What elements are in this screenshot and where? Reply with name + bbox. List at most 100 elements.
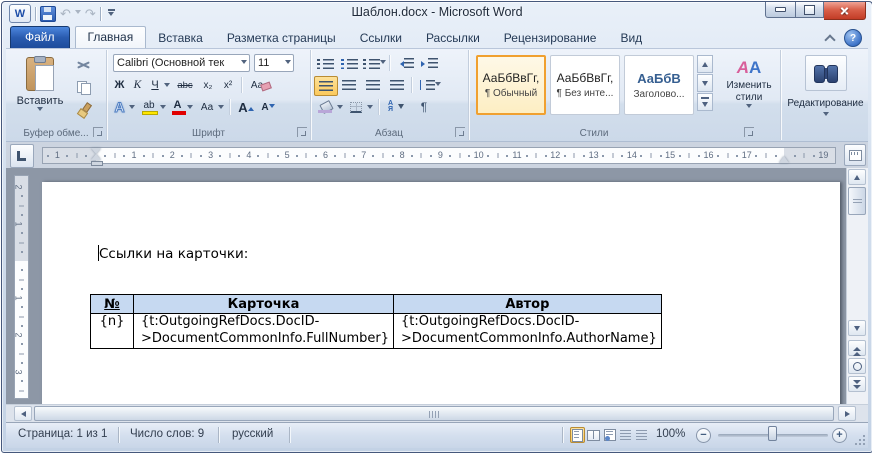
paste-dropdown-icon[interactable]: [37, 107, 43, 114]
vertical-scroll-thumb[interactable]: [848, 187, 866, 215]
zoom-level[interactable]: 100%: [656, 428, 685, 440]
editing-dropdown-icon[interactable]: [823, 112, 829, 119]
cell-author[interactable]: {t:OutgoingRefDocs.DocID->DocumentCommon…: [394, 314, 662, 349]
header-card[interactable]: Карточка: [134, 295, 394, 314]
style-heading1[interactable]: АаБбВ Заголово...: [624, 55, 694, 115]
shrink-font-button[interactable]: А: [259, 98, 277, 116]
view-draft-button[interactable]: [634, 427, 649, 443]
zoom-in-button[interactable]: +: [832, 428, 847, 443]
align-right-button[interactable]: [362, 76, 384, 94]
numbering-button[interactable]: [338, 54, 360, 72]
customize-qat-icon[interactable]: [105, 7, 118, 21]
borders-dropdown-icon[interactable]: [367, 105, 373, 112]
right-indent-marker[interactable]: [779, 151, 789, 163]
font-color-dropdown-icon[interactable]: [187, 105, 193, 112]
align-center-button[interactable]: [338, 76, 360, 94]
align-left-button[interactable]: [314, 76, 338, 96]
view-outline-button[interactable]: [618, 427, 633, 443]
word-count[interactable]: Число слов: 9: [130, 428, 204, 440]
font-dialog-launcher-icon[interactable]: [297, 127, 307, 137]
tab-references[interactable]: Ссылки: [348, 28, 414, 48]
clipboard-dialog-launcher-icon[interactable]: [93, 127, 103, 137]
view-web-layout-button[interactable]: [602, 427, 617, 443]
font-color-button[interactable]: А: [169, 98, 186, 116]
editing-button[interactable]: [805, 55, 847, 91]
styles-gallery-more[interactable]: [697, 93, 713, 111]
borders-button[interactable]: [346, 98, 366, 116]
ruler-toggle-button[interactable]: [844, 144, 866, 166]
paragraph-dialog-launcher-icon[interactable]: [455, 127, 465, 137]
underline-dropdown-icon[interactable]: [164, 83, 170, 90]
tab-view[interactable]: Вид: [608, 28, 654, 48]
clear-formatting-button[interactable]: Аа: [247, 76, 275, 94]
bold-button[interactable]: Ж: [111, 76, 128, 94]
undo-dropdown-icon[interactable]: [75, 10, 81, 17]
format-painter-button[interactable]: [72, 100, 96, 118]
font-name-select[interactable]: Calibri (Основной тек: [113, 54, 250, 72]
highlight-dropdown-icon[interactable]: [160, 105, 166, 112]
multilevel-list-button[interactable]: [362, 54, 386, 72]
bullets-button[interactable]: [314, 54, 336, 72]
vertical-scrollbar[interactable]: [846, 168, 868, 404]
tab-home[interactable]: Главная: [75, 26, 147, 48]
subscript-button[interactable]: x₂: [199, 76, 217, 94]
cut-button[interactable]: [72, 56, 96, 74]
maximize-button[interactable]: [796, 2, 824, 18]
line-spacing-button[interactable]: [416, 76, 442, 94]
cell-number[interactable]: {n}: [91, 314, 134, 349]
text-effects-button[interactable]: А: [111, 98, 128, 116]
horizontal-ruler[interactable]: 1123456789101112131415161719: [42, 147, 836, 164]
tab-review[interactable]: Рецензирование: [492, 28, 609, 48]
zoom-slider-thumb[interactable]: [768, 426, 777, 441]
tab-insert[interactable]: Вставка: [146, 28, 215, 48]
tab-page-layout[interactable]: Разметка страницы: [215, 28, 348, 48]
scroll-right-button[interactable]: [838, 406, 856, 421]
undo-icon[interactable]: ↶: [60, 7, 71, 21]
justify-button[interactable]: [386, 76, 408, 94]
vertical-ruler[interactable]: 21123: [14, 175, 29, 399]
paragraph-text[interactable]: Ссылки на карточки:: [99, 246, 248, 262]
italic-button[interactable]: K: [129, 76, 146, 94]
show-marks-button[interactable]: ¶: [414, 98, 434, 116]
horizontal-scroll-thumb[interactable]: [34, 406, 834, 421]
change-case-button[interactable]: Аа: [197, 98, 217, 116]
scroll-up-button[interactable]: [848, 169, 866, 185]
change-styles-button[interactable]: AA Изменить стили: [720, 53, 778, 131]
grow-font-button[interactable]: А: [237, 98, 255, 116]
next-page-button[interactable]: [848, 376, 866, 392]
style-no-spacing[interactable]: АаБбВвГг, ¶ Без инте...: [550, 55, 620, 115]
strikethrough-button[interactable]: abc: [173, 76, 197, 94]
horizontal-scrollbar[interactable]: [6, 404, 868, 423]
increase-indent-button[interactable]: [418, 54, 440, 72]
resize-grip[interactable]: [853, 433, 865, 445]
hanging-indent-marker[interactable]: [91, 149, 101, 160]
language-indicator[interactable]: русский: [232, 428, 273, 440]
shading-dropdown-icon[interactable]: [337, 105, 343, 112]
tab-mailings[interactable]: Рассылки: [414, 28, 492, 48]
sort-button[interactable]: АЯ: [384, 98, 408, 116]
styles-dialog-launcher-icon[interactable]: [744, 127, 754, 137]
copy-button[interactable]: [72, 78, 96, 96]
zoom-out-button[interactable]: −: [696, 428, 711, 443]
left-indent-marker[interactable]: [91, 161, 103, 166]
change-case-dropdown-icon[interactable]: [218, 105, 224, 112]
header-author[interactable]: Автор: [394, 295, 662, 314]
text-effects-dropdown-icon[interactable]: [129, 105, 135, 112]
decrease-indent-button[interactable]: [394, 54, 416, 72]
tab-file[interactable]: Файл: [10, 26, 70, 48]
superscript-button[interactable]: x²: [219, 76, 237, 94]
highlight-button[interactable]: ab: [139, 98, 159, 116]
page-count[interactable]: Страница: 1 из 1: [18, 428, 107, 440]
scroll-left-button[interactable]: [14, 406, 32, 421]
font-size-select[interactable]: 11: [254, 54, 294, 72]
scroll-down-button[interactable]: [848, 320, 866, 336]
view-fullscreen-reading-button[interactable]: [586, 427, 601, 443]
collapse-ribbon-icon[interactable]: [824, 34, 835, 45]
help-icon[interactable]: ?: [844, 29, 862, 47]
redo-icon[interactable]: ↷: [85, 7, 96, 21]
word-logo-icon[interactable]: W: [9, 4, 31, 23]
styles-scroll-up[interactable]: [697, 55, 713, 73]
style-normal[interactable]: АаБбВвГг, ¶ Обычный: [476, 55, 546, 115]
save-icon[interactable]: [40, 6, 56, 22]
paste-button[interactable]: Вставить: [12, 54, 68, 130]
